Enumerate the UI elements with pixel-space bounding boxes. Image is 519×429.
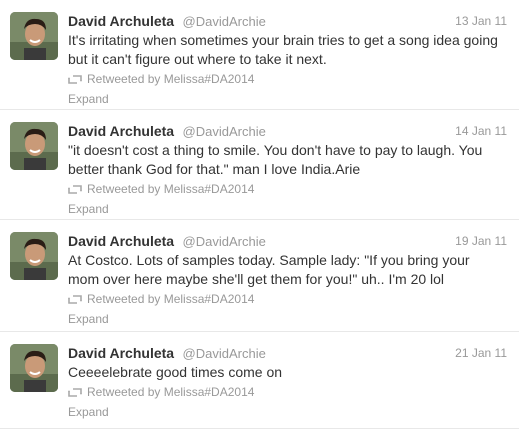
tweet[interactable]: David Archuleta @DavidArchie 19 Jan 11 A…	[0, 220, 519, 332]
tweet-text: "it doesn't cost a thing to smile. You d…	[68, 142, 483, 177]
tweet-content: David Archuleta @DavidArchie 19 Jan 11 A…	[68, 232, 507, 327]
retweeted-by-link[interactable]: Retweeted by Melissa#DA2014	[87, 71, 254, 87]
expand-link[interactable]: Expand	[68, 91, 507, 107]
tweet-timestamp[interactable]: 14 Jan 11	[455, 122, 507, 140]
tweet-content: David Archuleta @DavidArchie 14 Jan 11 "…	[68, 122, 507, 217]
retweet-icon	[68, 294, 82, 304]
tweet-content: David Archuleta @DavidArchie 13 Jan 11 I…	[68, 12, 507, 107]
author-name[interactable]: David Archuleta	[68, 345, 174, 361]
profile-photo-icon	[10, 12, 58, 60]
retweet-context: Retweeted by Melissa#DA2014	[68, 384, 507, 400]
retweet-context: Retweeted by Melissa#DA2014	[68, 291, 507, 307]
avatar[interactable]	[10, 232, 58, 280]
tweet-header: David Archuleta @DavidArchie 21 Jan 11	[68, 344, 507, 362]
expand-link[interactable]: Expand	[68, 201, 507, 217]
profile-photo-icon	[10, 232, 58, 280]
tweet-header: David Archuleta @DavidArchie 19 Jan 11	[68, 232, 507, 250]
tweet-text: Ceeeelebrate good times come on	[68, 364, 283, 380]
tweet-text: It's irritating when sometimes your brai…	[68, 32, 498, 67]
profile-photo-icon	[10, 122, 58, 170]
retweet-context: Retweeted by Melissa#DA2014	[68, 71, 507, 87]
author-name[interactable]: David Archuleta	[68, 233, 174, 249]
profile-photo-icon	[10, 344, 58, 392]
avatar[interactable]	[10, 12, 58, 60]
retweeted-by-link[interactable]: Retweeted by Melissa#DA2014	[87, 291, 254, 307]
tweet-timestamp[interactable]: 19 Jan 11	[455, 232, 507, 250]
timeline: David Archuleta @DavidArchie 13 Jan 11 I…	[0, 0, 519, 429]
retweet-icon	[68, 184, 82, 194]
tweet[interactable]: David Archuleta @DavidArchie 14 Jan 11 "…	[0, 110, 519, 220]
author-handle[interactable]: @DavidArchie	[183, 234, 266, 249]
author-handle[interactable]: @DavidArchie	[183, 124, 266, 139]
tweet-timestamp[interactable]: 21 Jan 11	[455, 344, 507, 362]
author-handle[interactable]: @DavidArchie	[183, 346, 266, 361]
tweet[interactable]: David Archuleta @DavidArchie 13 Jan 11 I…	[0, 0, 519, 110]
author-name[interactable]: David Archuleta	[68, 13, 174, 29]
retweeted-by-link[interactable]: Retweeted by Melissa#DA2014	[87, 181, 254, 197]
expand-link[interactable]: Expand	[68, 311, 507, 327]
retweet-context: Retweeted by Melissa#DA2014	[68, 181, 507, 197]
tweet-header: David Archuleta @DavidArchie 13 Jan 11	[68, 12, 507, 30]
avatar[interactable]	[10, 344, 58, 392]
retweet-icon	[68, 387, 82, 397]
tweet[interactable]: David Archuleta @DavidArchie 21 Jan 11 C…	[0, 332, 519, 429]
tweet-text: At Costco. Lots of samples today. Sample…	[68, 252, 470, 287]
retweet-icon	[68, 74, 82, 84]
retweeted-by-link[interactable]: Retweeted by Melissa#DA2014	[87, 384, 254, 400]
author-name[interactable]: David Archuleta	[68, 123, 174, 139]
tweet-header: David Archuleta @DavidArchie 14 Jan 11	[68, 122, 507, 140]
tweet-timestamp[interactable]: 13 Jan 11	[455, 12, 507, 30]
tweet-content: David Archuleta @DavidArchie 21 Jan 11 C…	[68, 344, 507, 420]
avatar[interactable]	[10, 122, 58, 170]
expand-link[interactable]: Expand	[68, 404, 507, 420]
author-handle[interactable]: @DavidArchie	[183, 14, 266, 29]
